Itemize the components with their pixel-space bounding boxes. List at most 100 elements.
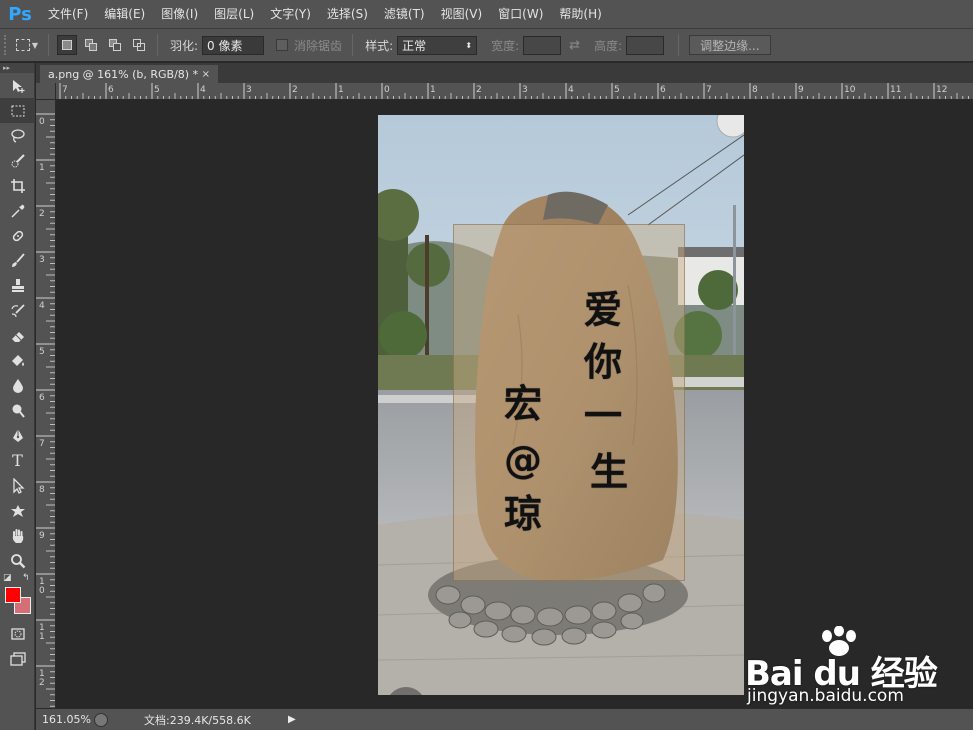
ruler-origin[interactable] — [36, 83, 56, 100]
status-info-icon[interactable] — [94, 712, 108, 727]
width-label: 宽度: — [491, 38, 520, 53]
ruler-label: 4 — [200, 85, 206, 95]
dodge-tool-icon[interactable] — [0, 398, 35, 423]
menu-bar: Ps 文件(F) 编辑(E) 图像(I) 图层(L) 文字(Y) 选择(S) 滤… — [0, 0, 973, 28]
ruler-label: 1 — [39, 163, 45, 173]
intersect-selection-button[interactable] — [129, 35, 149, 55]
stone-char-3: 一 — [584, 393, 623, 438]
ruler-label: 8 — [39, 485, 45, 495]
ruler-label: 8 — [752, 85, 758, 95]
ruler-label: 7 — [62, 85, 68, 95]
move-tool-icon[interactable] — [0, 73, 35, 98]
type-tool-icon[interactable]: T — [0, 448, 35, 473]
menu-window[interactable]: 窗口(W) — [490, 0, 551, 28]
crop-tool-icon[interactable] — [0, 173, 35, 198]
path-selection-tool-icon[interactable] — [0, 473, 35, 498]
custom-shape-tool-icon[interactable] — [0, 498, 35, 523]
ruler-label: 2 — [39, 678, 45, 688]
ruler-label: 11 — [890, 85, 901, 95]
height-input[interactable] — [626, 35, 665, 55]
menu-select[interactable]: 选择(S) — [319, 0, 376, 28]
options-grip[interactable] — [4, 35, 12, 55]
ruler-label: 6 — [108, 85, 114, 95]
ruler-label: 3 — [522, 85, 528, 95]
ruler-label: 0 — [39, 117, 45, 127]
menu-help[interactable]: 帮助(H) — [551, 0, 609, 28]
ruler-label: 6 — [660, 85, 666, 95]
foreground-color-swatch[interactable] — [5, 587, 21, 603]
rectangular-marquee-tool-icon[interactable] — [0, 98, 35, 123]
menu-image[interactable]: 图像(I) — [153, 0, 206, 28]
feather-input[interactable] — [202, 35, 265, 55]
select-arrows-icon: ⬍ — [465, 40, 473, 50]
close-icon[interactable]: × — [202, 69, 210, 80]
zoom-tool-icon[interactable] — [0, 548, 35, 573]
ruler-label: 5 — [39, 347, 45, 357]
ruler-label: 4 — [568, 85, 574, 95]
ruler-label: 2 — [476, 85, 482, 95]
ruler-label: 5 — [614, 85, 620, 95]
stone-char-7: 琼 — [504, 491, 543, 536]
stone-char-6: @ — [504, 438, 542, 482]
divider — [352, 34, 354, 56]
ruler-label: 6 — [39, 393, 45, 403]
stone-char-4: 生 — [590, 449, 629, 494]
ruler-label: 1 — [39, 632, 45, 642]
history-brush-tool-icon[interactable] — [0, 298, 35, 323]
paint-bucket-tool-icon[interactable] — [0, 348, 35, 373]
style-select[interactable]: 正常 ⬍ — [397, 35, 478, 55]
antialias-checkbox[interactable] — [276, 39, 289, 51]
subtract-from-selection-button[interactable] — [105, 35, 125, 55]
vertical-ruler[interactable]: 0123456789101112 — [36, 100, 56, 708]
ruler-label: 1 — [338, 85, 344, 95]
canvas-image[interactable]: 爱 你 一 生 宏 @ 琼 — [378, 115, 744, 695]
pen-tool-icon[interactable] — [0, 423, 35, 448]
eraser-tool-icon[interactable] — [0, 323, 35, 348]
screen-mode-icon[interactable] — [0, 646, 35, 671]
blur-tool-icon[interactable] — [0, 373, 35, 398]
subtract-selection-icon — [109, 39, 121, 51]
refine-edge-button[interactable]: 调整边缘... — [689, 35, 771, 55]
menu-type[interactable]: 文字(Y) — [262, 0, 319, 28]
panel-collapse-icon[interactable]: ▸▸ — [0, 63, 34, 73]
options-bar: ▼ 羽化: 消除锯齿 样式: 正常 ⬍ 宽度: ⇄ 高度: 调整边缘... — [0, 28, 973, 62]
lasso-tool-icon[interactable] — [0, 123, 35, 148]
brush-tool-icon[interactable] — [0, 248, 35, 273]
menu-view[interactable]: 视图(V) — [433, 0, 491, 28]
document-tab[interactable]: a.png @ 161% (b, RGB/8) * × — [40, 65, 218, 83]
stone-char-5: 宏 — [504, 381, 543, 426]
menu-layer[interactable]: 图层(L) — [206, 0, 262, 28]
menu-file[interactable]: 文件(F) — [40, 0, 96, 28]
baidu-jingyan-watermark: Bai du 经验 jingyan.baidu.com — [745, 626, 945, 710]
swap-icon[interactable]: ⇄ — [569, 38, 580, 53]
style-label: 样式: — [365, 38, 394, 53]
new-selection-icon — [62, 40, 72, 50]
new-selection-button[interactable] — [57, 35, 77, 55]
menu-filter[interactable]: 滤镜(T) — [376, 0, 433, 28]
ruler-label: 1 — [430, 85, 436, 95]
default-colors-icon[interactable]: ◪ — [3, 573, 12, 583]
swap-colors-icon[interactable]: ↰ — [22, 573, 30, 583]
add-to-selection-button[interactable] — [81, 35, 101, 55]
healing-brush-tool-icon[interactable] — [0, 223, 35, 248]
width-input[interactable] — [523, 35, 562, 55]
clone-stamp-tool-icon[interactable] — [0, 273, 35, 298]
menu-edit[interactable]: 编辑(E) — [96, 0, 153, 28]
marquee-selection[interactable] — [453, 224, 685, 581]
eyedropper-tool-icon[interactable] — [0, 198, 35, 223]
ruler-label: 7 — [39, 439, 45, 449]
canvas-area[interactable]: 爱 你 一 生 宏 @ 琼 — [57, 101, 973, 708]
quick-selection-tool-icon[interactable] — [0, 148, 35, 173]
ruler-label: 2 — [292, 85, 298, 95]
hand-tool-icon[interactable] — [0, 523, 35, 548]
horizontal-ruler-ticks: 7 6 5 4 3 2 1 0 1 2 3 4 5 6 7 8 9 10 11 12 — [59, 83, 969, 99]
ruler-label: 12 — [936, 85, 947, 95]
tool-preset-picker[interactable]: ▼ — [12, 33, 42, 57]
ruler-label: 0 — [39, 586, 45, 596]
document-info: 文档:239.4K/558.6K — [144, 713, 251, 727]
zoom-level[interactable]: 161.05% — [36, 713, 91, 726]
quick-mask-icon[interactable] — [0, 621, 35, 646]
status-menu-arrow-icon[interactable]: ▶ — [288, 714, 296, 725]
horizontal-ruler[interactable]: 7 6 5 4 3 2 1 0 1 2 3 4 5 6 7 8 9 10 11 12 — [56, 83, 973, 100]
divider — [48, 34, 49, 56]
